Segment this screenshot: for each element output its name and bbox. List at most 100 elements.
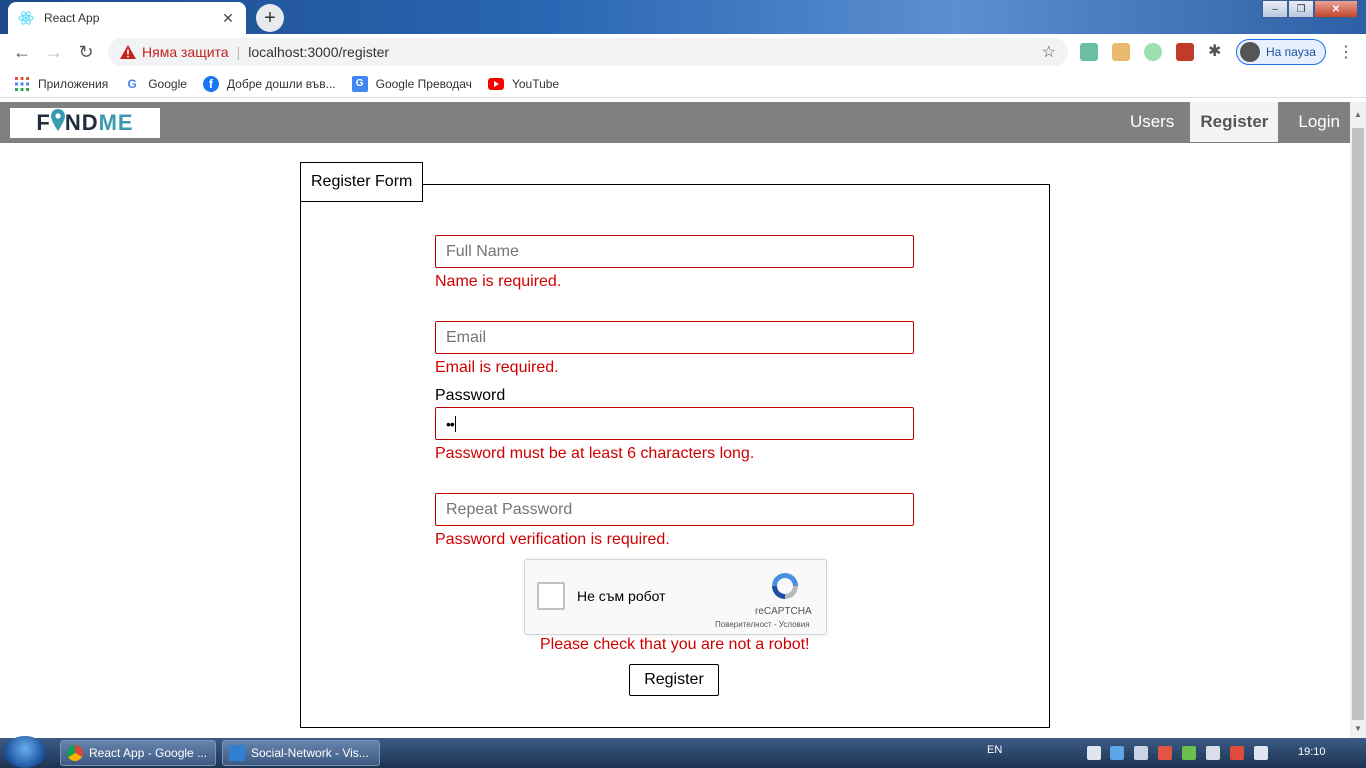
address-bar[interactable]: Няма защита | localhost:3000/register ☆ xyxy=(108,38,1068,66)
youtube-icon xyxy=(487,76,504,92)
bookmark-label: Google xyxy=(148,76,187,91)
bookmark-label: Добре дошли във... xyxy=(226,76,336,91)
recaptcha-error: Please check that you are not a robot! xyxy=(540,636,810,653)
vscode-icon xyxy=(229,745,245,761)
bookmark-label: Приложения xyxy=(38,76,109,91)
bookmark-label: Google Преводач xyxy=(375,76,472,91)
start-button[interactable] xyxy=(4,736,46,768)
google-translate-icon: G xyxy=(351,75,368,92)
task-label: Social-Network - Vis... xyxy=(251,746,369,760)
new-tab-button[interactable]: + xyxy=(256,4,284,32)
bookmarks-bar: Приложения G Google f Добре дошли във...… xyxy=(0,70,1366,98)
taskbar-chrome[interactable]: React App - Google ... xyxy=(60,740,216,766)
tray-app-icon[interactable] xyxy=(1134,746,1148,760)
task-label: React App - Google ... xyxy=(89,746,208,760)
location-pin-icon xyxy=(50,109,65,137)
page-viewport: F ND ME Users Register Login Register Fo… xyxy=(0,102,1350,738)
nav-login[interactable]: Login xyxy=(1288,102,1350,142)
nav-register[interactable]: Register xyxy=(1190,102,1279,142)
facebook-icon: f xyxy=(202,75,219,92)
browser-menu-icon[interactable]: ⋮ xyxy=(1338,42,1354,62)
bookmark-label: YouTube xyxy=(511,76,560,91)
profile-button[interactable]: На пауза xyxy=(1236,39,1326,65)
extensions-puzzle-icon[interactable]: ✱ xyxy=(1208,43,1226,61)
full-name-error: Name is required. xyxy=(435,273,562,290)
register-button[interactable]: Register xyxy=(629,664,719,696)
dropbox-icon[interactable] xyxy=(1110,746,1124,760)
system-clock[interactable]: 19:10 xyxy=(1298,746,1326,758)
text-caret xyxy=(454,415,456,432)
volume-icon[interactable] xyxy=(1254,746,1268,760)
close-tab-icon[interactable]: ✕ xyxy=(220,10,236,27)
bookmark-star-icon[interactable]: ☆ xyxy=(1042,42,1056,62)
close-window-button[interactable]: ✕ xyxy=(1314,0,1358,18)
extension-red-icon[interactable] xyxy=(1176,43,1194,61)
url-text[interactable]: localhost:3000/register xyxy=(248,44,1041,60)
recaptcha-privacy-terms[interactable]: Поверителност - Условия xyxy=(715,620,810,629)
separator: | xyxy=(236,44,241,60)
logo-text: ME xyxy=(98,110,134,135)
scroll-thumb[interactable] xyxy=(1352,128,1364,720)
flag-icon[interactable] xyxy=(1158,746,1172,760)
minimize-button[interactable]: – xyxy=(1262,0,1288,18)
warning-icon xyxy=(120,45,136,59)
page-scrollbar[interactable]: ▲ ▼ xyxy=(1350,102,1366,738)
language-indicator[interactable]: EN xyxy=(987,744,1002,756)
browser-tab[interactable]: React App ✕ xyxy=(8,2,246,34)
bookmark-translate[interactable]: G Google Преводач xyxy=(351,75,472,92)
bookmark-youtube[interactable]: YouTube xyxy=(487,76,560,92)
form-legend: Register Form xyxy=(300,162,424,202)
react-icon xyxy=(18,10,34,26)
profile-label: На пауза xyxy=(1266,45,1316,59)
logo-text: F xyxy=(36,110,51,135)
full-name-input[interactable]: Full Name xyxy=(435,235,914,268)
password-error: Password must be at least 6 characters l… xyxy=(435,445,755,462)
chrome-icon xyxy=(67,745,83,761)
repeat-password-placeholder: Repeat Password xyxy=(446,500,573,518)
nav-links: Users Register Login xyxy=(1120,102,1350,143)
apps-grid-icon xyxy=(14,76,30,92)
logo-text: ND xyxy=(64,110,99,135)
findme-logo[interactable]: F ND ME xyxy=(10,108,160,138)
scroll-up-icon[interactable]: ▲ xyxy=(1350,108,1366,122)
email-input[interactable]: Email xyxy=(435,321,914,354)
back-icon[interactable]: ← xyxy=(10,40,34,64)
reload-icon[interactable]: ↻ xyxy=(74,40,98,64)
bookmark-facebook[interactable]: f Добре дошли във... xyxy=(202,75,336,92)
maximize-button[interactable]: ❐ xyxy=(1288,0,1314,18)
taskbar-vscode[interactable]: Social-Network - Vis... xyxy=(222,740,380,766)
network-icon[interactable] xyxy=(1206,746,1220,760)
avatar xyxy=(1240,42,1260,62)
password-label: Password xyxy=(435,387,506,404)
email-error: Email is required. xyxy=(435,359,559,376)
recaptcha-brand: reCAPTCHA xyxy=(755,606,812,617)
windows-taskbar: React App - Google ... Social-Network - … xyxy=(0,736,1366,768)
extension-calendar-icon[interactable] xyxy=(1112,43,1130,61)
recaptcha-logo-icon xyxy=(772,573,798,599)
browser-titlebar: React App ✕ + – ❐ ✕ xyxy=(0,0,1366,34)
bookmark-google[interactable]: G Google xyxy=(124,76,187,92)
google-icon: G xyxy=(127,76,137,91)
tray-app-icon[interactable] xyxy=(1230,746,1244,760)
recaptcha-widget: Не съм робот reCAPTCHA Поверителност - У… xyxy=(524,559,827,635)
tab-title: React App xyxy=(44,11,100,25)
repeat-password-error: Password verification is required. xyxy=(435,531,670,548)
password-input[interactable]: •• xyxy=(435,407,914,440)
scroll-down-icon[interactable]: ▼ xyxy=(1350,722,1366,736)
tray-app-icon[interactable] xyxy=(1087,746,1101,760)
extension-target-icon[interactable] xyxy=(1144,43,1162,61)
bookmark-apps[interactable]: Приложения xyxy=(14,76,108,92)
recaptcha-checkbox[interactable] xyxy=(537,582,565,610)
window-controls: – ❐ ✕ xyxy=(1262,0,1358,18)
battery-icon[interactable] xyxy=(1182,746,1196,760)
password-value: •• xyxy=(446,415,455,432)
extension-clip-icon[interactable] xyxy=(1080,43,1098,61)
nav-users[interactable]: Users xyxy=(1120,102,1184,142)
recaptcha-label: Не съм робот xyxy=(577,588,666,604)
forward-icon[interactable]: → xyxy=(42,40,66,64)
email-placeholder: Email xyxy=(446,328,487,346)
security-status[interactable]: Няма защита xyxy=(142,44,229,60)
browser-toolbar: ← → ↻ Няма защита | localhost:3000/regis… xyxy=(0,34,1366,70)
full-name-placeholder: Full Name xyxy=(446,242,519,260)
repeat-password-input[interactable]: Repeat Password xyxy=(435,493,914,526)
